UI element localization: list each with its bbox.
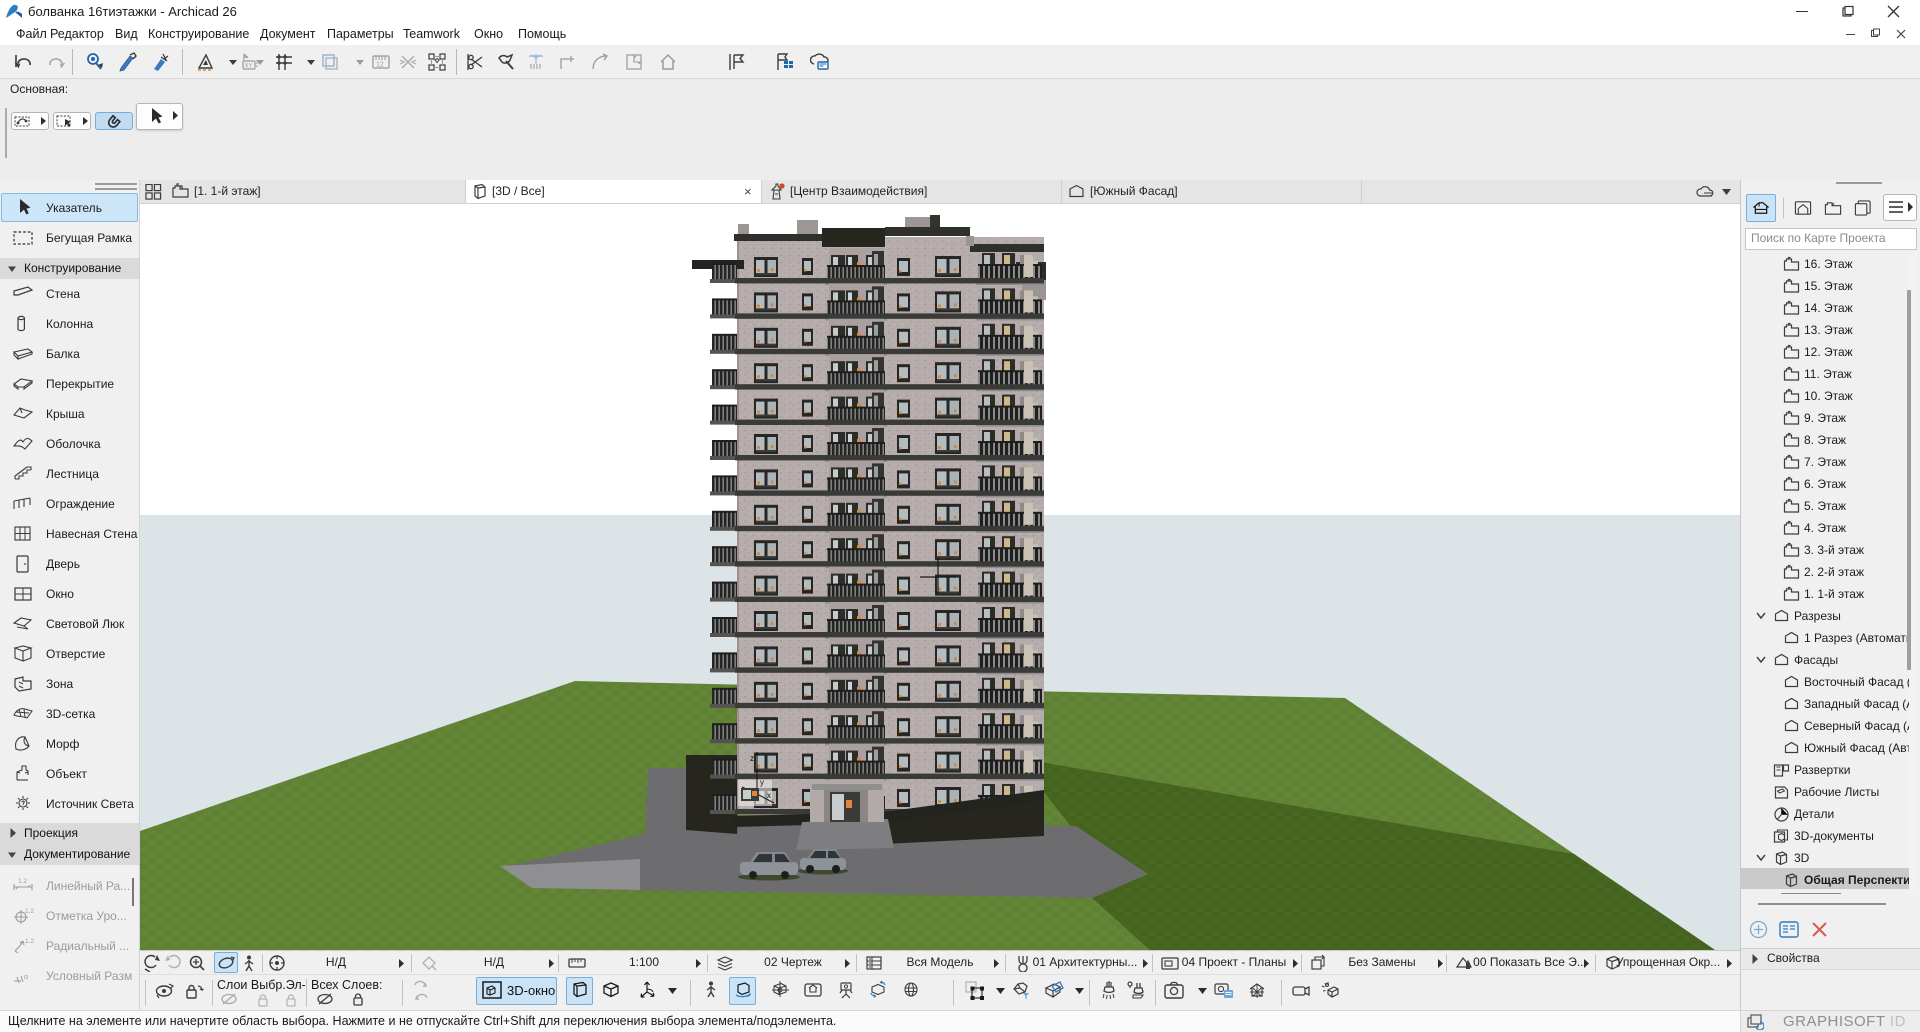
svg-text:α: α — [24, 974, 28, 981]
svg-text:x: x — [767, 791, 771, 800]
svg-text:z: z — [750, 754, 754, 763]
svg-text:XY: XY — [245, 64, 253, 70]
svg-text:12: 12 — [376, 62, 384, 69]
svg-text:1.2: 1.2 — [25, 908, 34, 915]
svg-text:1.2: 1.2 — [25, 938, 34, 945]
svg-text:1.2: 1.2 — [18, 878, 27, 885]
svg-text:y: y — [760, 778, 764, 787]
